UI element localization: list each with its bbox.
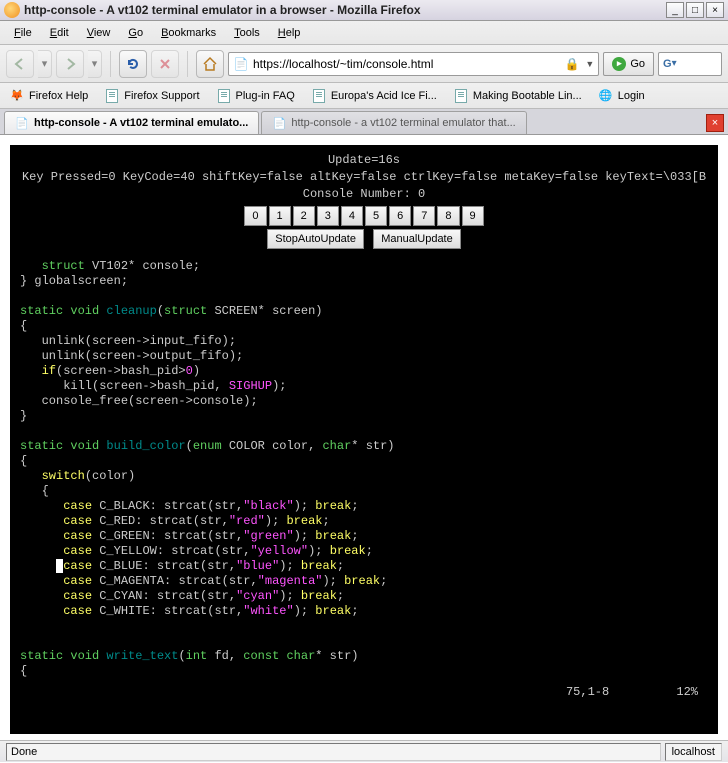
update-line: Update=16s — [20, 153, 708, 168]
terminal-code-view: struct VT102* console; } globalscreen; s… — [20, 259, 708, 679]
separator — [187, 51, 188, 77]
close-button[interactable]: × — [706, 2, 724, 18]
console-btn-7[interactable]: 7 — [413, 206, 435, 226]
console-btn-6[interactable]: 6 — [389, 206, 411, 226]
bookmark-firefox-help[interactable]: 🦊Firefox Help — [6, 86, 91, 106]
console-btn-8[interactable]: 8 — [437, 206, 459, 226]
document-icon — [216, 88, 232, 104]
bookmarks-toolbar: 🦊Firefox Help Firefox Support Plug-in FA… — [0, 83, 728, 109]
console-digit-row: 0123456789 — [20, 206, 708, 226]
stop-auto-update-button[interactable]: StopAutoUpdate — [267, 229, 364, 249]
window-titlebar: http-console - A vt102 terminal emulator… — [0, 0, 728, 21]
tab-label: http-console - A vt102 terminal emulato.… — [34, 117, 248, 129]
tab-1[interactable]: 📄 http-console - A vt102 terminal emulat… — [4, 111, 259, 134]
console-btn-5[interactable]: 5 — [365, 206, 387, 226]
menu-edit[interactable]: Edit — [42, 24, 77, 42]
console-btn-1[interactable]: 1 — [269, 206, 291, 226]
console-control-row: StopAutoUpdate ManualUpdate — [20, 229, 708, 249]
console-btn-9[interactable]: 9 — [462, 206, 484, 226]
reload-button[interactable] — [119, 50, 147, 78]
forward-history-dropdown[interactable]: ▾ — [88, 50, 102, 78]
menu-bar: File Edit View Go Bookmarks Tools Help — [0, 21, 728, 45]
manual-update-button[interactable]: ManualUpdate — [373, 229, 461, 249]
go-icon: ▸ — [612, 57, 626, 71]
go-label: Go — [630, 58, 645, 70]
separator — [110, 51, 111, 77]
bookmark-europa[interactable]: Europa's Acid Ice Fi... — [308, 86, 440, 106]
firefox-icon: 🦊 — [9, 88, 25, 104]
document-icon — [311, 88, 327, 104]
page-favicon: 📄 — [233, 56, 249, 72]
url-dropdown-icon[interactable]: ▼ — [585, 59, 594, 69]
lock-icon: 🔒 — [564, 57, 579, 71]
status-message: Done — [6, 743, 661, 761]
search-engine-icon: G — [663, 58, 672, 70]
menu-go[interactable]: Go — [120, 24, 151, 42]
url-input[interactable] — [253, 57, 560, 71]
terminal-console[interactable]: Update=16s Key Pressed=0 KeyCode=40 shif… — [10, 145, 718, 734]
stop-button[interactable] — [151, 50, 179, 78]
status-host: localhost — [665, 743, 722, 761]
bookmark-login[interactable]: 🌐Login — [595, 86, 648, 106]
minimize-button[interactable]: _ — [666, 2, 684, 18]
tab-label: http-console - a vt102 terminal emulator… — [291, 117, 515, 129]
home-button[interactable] — [196, 50, 224, 78]
back-history-dropdown[interactable]: ▾ — [38, 50, 52, 78]
tab-2[interactable]: 📄 http-console - a vt102 terminal emulat… — [261, 111, 526, 134]
bookmark-firefox-support[interactable]: Firefox Support — [101, 86, 202, 106]
navigation-toolbar: ▾ ▾ 📄 🔒 ▼ ▸ Go G▾ — [0, 45, 728, 83]
page-content: Update=16s Key Pressed=0 KeyCode=40 shif… — [0, 135, 728, 740]
document-icon — [453, 88, 469, 104]
firefox-icon — [4, 2, 20, 18]
url-bar[interactable]: 📄 🔒 ▼ — [228, 52, 599, 76]
console-btn-3[interactable]: 3 — [317, 206, 339, 226]
console-btn-2[interactable]: 2 — [293, 206, 315, 226]
close-tab-button[interactable]: × — [706, 114, 724, 132]
bookmark-plugin-faq[interactable]: Plug-in FAQ — [213, 86, 298, 106]
menu-tools[interactable]: Tools — [226, 24, 268, 42]
console-btn-0[interactable]: 0 — [244, 206, 266, 226]
bookmark-bootable-linux[interactable]: Making Bootable Lin... — [450, 86, 585, 106]
document-icon — [104, 88, 120, 104]
maximize-button[interactable]: □ — [686, 2, 704, 18]
tab-favicon: 📄 — [272, 116, 286, 130]
go-button[interactable]: ▸ Go — [603, 52, 654, 76]
menu-help[interactable]: Help — [270, 24, 309, 42]
keypress-line: Key Pressed=0 KeyCode=40 shiftKey=false … — [20, 170, 708, 185]
scroll-percent: 12% — [676, 685, 698, 700]
menu-bookmarks[interactable]: Bookmarks — [153, 24, 224, 42]
tab-favicon: 📄 — [15, 116, 29, 130]
console-number-line: Console Number: 0 — [20, 187, 708, 202]
cursor-position: 75,1-8 — [566, 685, 609, 700]
menu-view[interactable]: View — [79, 24, 119, 42]
window-title: http-console - A vt102 terminal emulator… — [24, 3, 664, 17]
tab-strip: 📄 http-console - A vt102 terminal emulat… — [0, 109, 728, 135]
forward-button[interactable] — [56, 50, 84, 78]
search-box[interactable]: G▾ — [658, 52, 722, 76]
status-bar: Done localhost — [0, 740, 728, 762]
vim-status-line: 75,1-8 12% — [20, 679, 708, 700]
console-btn-4[interactable]: 4 — [341, 206, 363, 226]
back-button[interactable] — [6, 50, 34, 78]
globe-icon: 🌐 — [598, 88, 614, 104]
menu-file[interactable]: File — [6, 24, 40, 42]
